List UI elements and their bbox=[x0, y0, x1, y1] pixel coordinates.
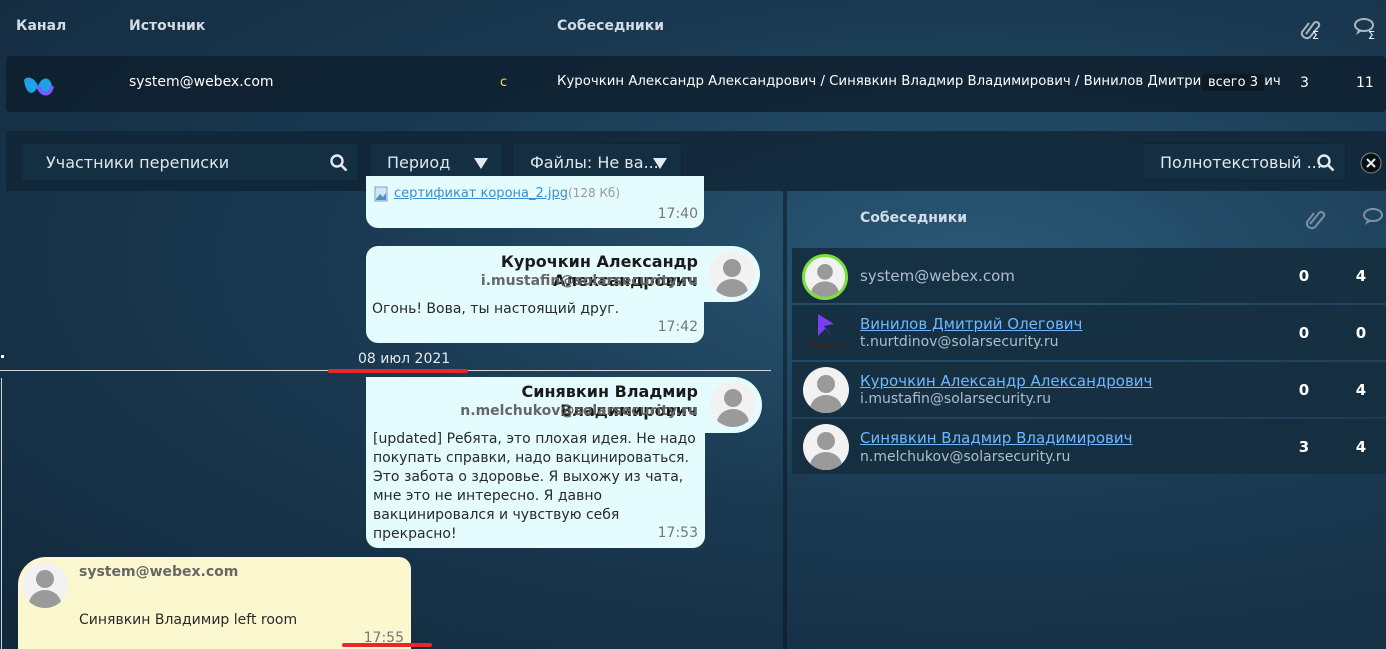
avatar-icon bbox=[710, 381, 756, 427]
files-label: Файлы: Не ва... bbox=[530, 153, 659, 172]
search-icon[interactable] bbox=[330, 154, 348, 172]
participant-messages: 0 bbox=[1355, 324, 1367, 342]
participants-list: Курочкин Александр Александрович / Синяв… bbox=[557, 74, 1281, 89]
message-text: Огонь! Вова, ты настоящий друг. bbox=[372, 301, 620, 317]
avatar-icon bbox=[709, 251, 755, 297]
column-header-source: Источник bbox=[129, 18, 206, 34]
dropdown-arrow-icon bbox=[474, 158, 488, 169]
message-time: 17:53 bbox=[657, 525, 698, 541]
message-sender-email: system@webex.com bbox=[79, 564, 239, 580]
participant-attachments: 0 bbox=[1298, 267, 1310, 285]
period-label: Период bbox=[387, 153, 451, 172]
search-icon[interactable] bbox=[1317, 154, 1335, 172]
participant-messages: 4 bbox=[1355, 267, 1367, 285]
participant-name-link[interactable]: Синявкин Владмир Владимирович bbox=[860, 429, 1132, 447]
participants-filter-placeholder: Участники переписки bbox=[46, 153, 230, 172]
avatar-icon bbox=[803, 424, 849, 470]
participant-email: t.nurtdinov@solarsecurity.ru bbox=[860, 334, 1059, 350]
attachments-count: 3 bbox=[1300, 75, 1309, 91]
column-header-participants: Собеседники bbox=[557, 18, 665, 34]
message-time: 17:42 bbox=[657, 319, 698, 335]
participant-email: system@webex.com bbox=[860, 267, 1015, 285]
participants-filter-input[interactable]: Участники переписки bbox=[21, 143, 359, 181]
attachment-link[interactable]: сертификат корона_2.jpg bbox=[394, 186, 568, 201]
image-file-icon bbox=[374, 186, 388, 202]
attachment-size: (128 Кб) bbox=[568, 186, 621, 200]
participant-attachments: 0 bbox=[1298, 324, 1310, 342]
date-separator: 08 июл 2021 bbox=[358, 351, 451, 367]
dropdown-arrow-icon bbox=[653, 158, 667, 169]
close-icon[interactable] bbox=[1360, 152, 1382, 174]
total-participants-badge: всего 3 bbox=[1202, 74, 1264, 91]
webex-logo-icon bbox=[24, 77, 54, 96]
messages-count: 11 bbox=[1356, 75, 1374, 91]
chat-bubbles-icon bbox=[1363, 208, 1383, 225]
participant-email: n.melchukov@solarsecurity.ru bbox=[860, 449, 1071, 465]
company-logo-icon bbox=[808, 314, 844, 347]
source-marker: c bbox=[500, 75, 508, 90]
participant-attachments: 3 bbox=[1298, 438, 1310, 456]
svg-text:Σ: Σ bbox=[1368, 29, 1375, 40]
avatar-icon bbox=[803, 367, 849, 413]
paperclip-sum-icon: Σ bbox=[1300, 21, 1321, 40]
participant-name-link[interactable]: Курочкин Александр Александрович bbox=[860, 372, 1152, 390]
message-time: 17:40 bbox=[657, 206, 698, 222]
timeline-line bbox=[1, 378, 2, 649]
highlight-underline bbox=[342, 643, 432, 647]
participant-name-link[interactable]: Винилов Дмитрий Олегович bbox=[860, 315, 1082, 333]
message-text: Синявкин Владимир left room bbox=[79, 612, 298, 628]
avatar-icon bbox=[22, 562, 68, 608]
highlight-underline bbox=[328, 369, 468, 373]
panel-header-participants: Собеседники bbox=[860, 210, 968, 226]
fulltext-placeholder: Полнотекстовый ... bbox=[1160, 153, 1322, 172]
participant-email: i.mustafin@solarsecurity.ru bbox=[860, 391, 1051, 407]
participant-attachments: 0 bbox=[1298, 381, 1310, 399]
pane-divider[interactable] bbox=[783, 191, 787, 649]
avatar-icon bbox=[802, 254, 848, 300]
paperclip-icon bbox=[1305, 211, 1326, 230]
message-bubble: сертификат корона_2.jpg (128 Кб) 17:40 bbox=[366, 176, 704, 228]
source-email: system@webex.com bbox=[129, 74, 274, 90]
svg-text:Σ: Σ bbox=[1312, 29, 1319, 40]
fulltext-search-input[interactable]: Полнотекстовый ... bbox=[1142, 143, 1346, 181]
message-sender-email: i.mustafin@solarsecurity.ru bbox=[480, 273, 698, 289]
participant-messages: 4 bbox=[1355, 381, 1367, 399]
chat-sum-icon: Σ bbox=[1354, 18, 1375, 40]
message-sender-email: n.melchukov@solarsecurity.ru bbox=[460, 403, 698, 419]
participant-messages: 4 bbox=[1355, 438, 1367, 456]
column-header-channel: Канал bbox=[16, 18, 67, 34]
timeline-marker bbox=[1, 355, 4, 358]
